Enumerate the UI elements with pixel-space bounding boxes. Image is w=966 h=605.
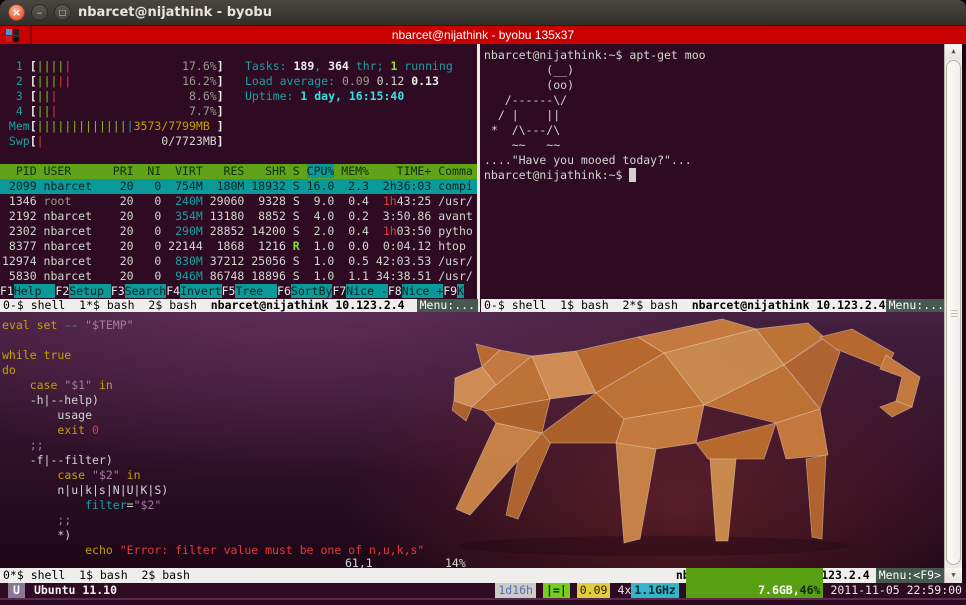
pane-divider[interactable] xyxy=(477,44,480,312)
summary-line: Tasks: 189, 364 thr; 1 running xyxy=(245,59,453,74)
shell-output: nbarcet@nijathink:~$ apt-get moo (__) (o… xyxy=(484,48,706,183)
code-line: -f|--filter) xyxy=(2,453,424,468)
code-line: eval set -- "$TEMP" xyxy=(2,318,424,333)
process-row: 12974 nbarcet 20 0 830M 37212 25056 S 1.… xyxy=(0,254,478,269)
summary-line: Load average: 0.09 0.12 0.13 xyxy=(245,74,453,89)
code-line: usage xyxy=(2,408,424,423)
code-line: while true xyxy=(2,348,424,363)
process-row: 8377 nbarcet 20 0 22144 1868 1216 R 1.0 … xyxy=(0,239,478,254)
close-icon: × xyxy=(12,6,21,19)
scrollbar[interactable]: ▲ ▼ xyxy=(944,44,962,583)
summary-line: Uptime: 1 day, 16:15:40 xyxy=(245,89,453,104)
code-line: exit 0 xyxy=(2,423,424,438)
code-line: n|u|k|s|N|U|K|S) xyxy=(2,483,424,498)
meter-row: 1 [||||| 17.6%] xyxy=(2,59,224,74)
meter-row: 2 [||||| 16.2%] xyxy=(2,74,224,89)
minimize-button[interactable]: – xyxy=(31,4,48,21)
terminal-body: 1 [||||| 17.6%] 2 [||||| 16.2%] 3 [||| 8… xyxy=(0,44,966,598)
process-row: PID USER PRI NI VIRT RES SHR S CPU% MEM%… xyxy=(0,164,478,179)
meter-row: 4 [||| 7.7%] xyxy=(2,104,224,119)
scrollbar-grip-icon xyxy=(951,310,958,318)
close-button[interactable]: × xyxy=(8,4,25,21)
pane-htop[interactable]: 1 [||||| 17.6%] 2 [||||| 16.2%] 3 [||| 8… xyxy=(0,44,478,299)
code-line: ;; xyxy=(2,513,424,528)
uptime-indicator: 1d16h xyxy=(495,583,536,598)
distro-label: Ubuntu 11.10 xyxy=(34,583,117,598)
code-line xyxy=(2,333,424,348)
menu-hint: Menu:... xyxy=(886,299,944,312)
byobu-status-bar: U Ubuntu 11.10 1d16h |=| 0.09 4x 1.1GHz … xyxy=(0,583,966,598)
code-line: case "$2" in xyxy=(2,468,424,483)
terminal-line: nbarcet@nijathink:~$ apt-get moo xyxy=(484,48,706,63)
window-bottom-border xyxy=(0,598,966,605)
process-table: PID USER PRI NI VIRT RES SHR S CPU% MEM%… xyxy=(0,164,478,284)
terminal-line: (__) xyxy=(484,63,706,78)
terminal-line: (oo) xyxy=(484,78,706,93)
meter-row: Swp[| 0/7723MB] xyxy=(2,134,224,149)
window-titlebar[interactable]: × – □ nbarcet@nijathink - byobu xyxy=(0,0,966,26)
process-row: 5830 nbarcet 20 0 946M 86748 18896 S 1.0… xyxy=(0,269,478,284)
terminal-line: nbarcet@nijathink:~$ xyxy=(484,168,706,183)
code-line: ;; xyxy=(2,438,424,453)
cpu-count-label: 4x xyxy=(617,583,631,598)
arrow-down-icon: ▼ xyxy=(951,571,955,579)
vim-script: eval set -- "$TEMP" while truedo case "$1… xyxy=(2,318,424,558)
wallpaper-ocelot xyxy=(424,312,944,568)
process-row: 2302 nbarcet 20 0 290M 28852 14200 S 2.0… xyxy=(0,224,478,239)
terminal-window: × – □ nbarcet@nijathink - byobu nbarcet@… xyxy=(0,0,966,605)
scrollbar-thumb[interactable] xyxy=(946,60,961,565)
memory-used: 7.6GB, xyxy=(758,583,800,597)
code-line: filter="$2" xyxy=(2,498,424,513)
terminal-line: ~~ ~~ xyxy=(484,138,706,153)
maximize-icon: □ xyxy=(59,8,67,17)
htop-summary: Tasks: 189, 364 thr; 1 runningLoad avera… xyxy=(245,59,453,104)
htop-function-key-bar: F1Help F2Setup F3SearchF4InvertF5Tree F6… xyxy=(0,284,478,299)
window-list: 0-$ shell 1$ bash 2*$ bash nbarcet@nijat… xyxy=(484,299,886,312)
code-line: case "$1" in xyxy=(2,378,424,393)
cpu-frequency-indicator: 1.1GHz xyxy=(631,583,679,598)
vim-ruler-percent: 14% xyxy=(445,556,466,568)
terminal-line: /------\/ xyxy=(484,93,706,108)
pane-vim[interactable]: eval set -- "$TEMP" while truedo case "$1… xyxy=(0,312,944,568)
datetime-label: 2011-11-05 22:59:00 xyxy=(830,583,962,598)
code-line: do xyxy=(2,363,424,378)
memory-percent: 46% xyxy=(800,583,821,597)
meter-row: 3 [||| 8.6%] xyxy=(2,89,224,104)
minimize-icon: – xyxy=(37,6,43,19)
window-edge xyxy=(962,44,966,583)
terminal-line: / | || xyxy=(484,108,706,123)
scroll-down-button[interactable]: ▼ xyxy=(945,568,962,583)
maximize-button[interactable]: □ xyxy=(54,4,71,21)
caption-bar-right: 0-$ shell 1$ bash 2*$ bash nbarcet@nijat… xyxy=(481,299,944,312)
battery-indicator: |=| xyxy=(543,583,570,598)
caption-bar-left: 0-$ shell 1*$ bash 2$ bash nbarcet@nijat… xyxy=(0,299,478,312)
byobu-titlebar: nbarcet@nijathink - byobu 135x37 xyxy=(0,26,966,44)
load-indicator: 0.09 xyxy=(577,583,611,598)
window-list: 0*$ shell 1$ bash 2$ bash xyxy=(3,568,190,583)
code-line: -h|--help) xyxy=(2,393,424,408)
process-row: 2192 nbarcet 20 0 354M 13180 8852 S 4.0 … xyxy=(0,209,478,224)
window-list: 0-$ shell 1*$ bash 2$ bash nbarcet@nijat… xyxy=(3,299,405,312)
cpu-memory-meters: 1 [||||| 17.6%] 2 [||||| 16.2%] 3 [||| 8… xyxy=(2,59,224,149)
meter-row: Mem[||||||||||||||3573/7799MB ] xyxy=(2,119,224,134)
ubuntu-logo-icon: U xyxy=(8,583,25,598)
session-title: nbarcet@nijathink - byobu 135x37 xyxy=(0,26,966,44)
code-line: *) xyxy=(2,528,424,543)
process-row: 1346 root 20 0 240M 29060 9328 S 9.0 0.4… xyxy=(0,194,478,209)
scroll-up-button[interactable]: ▲ xyxy=(945,44,962,59)
process-row: 2099 nbarcet 20 0 754M 180M 18932 S 16.0… xyxy=(0,179,478,194)
terminal-line: ...."Have you mooed today?"... xyxy=(484,153,706,168)
terminal-line: * /\---/\ xyxy=(484,123,706,138)
menu-hint: Menu:... xyxy=(417,299,478,312)
pane-shell[interactable]: nbarcet@nijathink:~$ apt-get moo (__) (o… xyxy=(481,44,944,299)
arrow-up-icon: ▲ xyxy=(951,47,955,55)
vim-ruler-position: 61,1 xyxy=(345,556,373,568)
window-title: nbarcet@nijathink - byobu xyxy=(78,5,272,20)
